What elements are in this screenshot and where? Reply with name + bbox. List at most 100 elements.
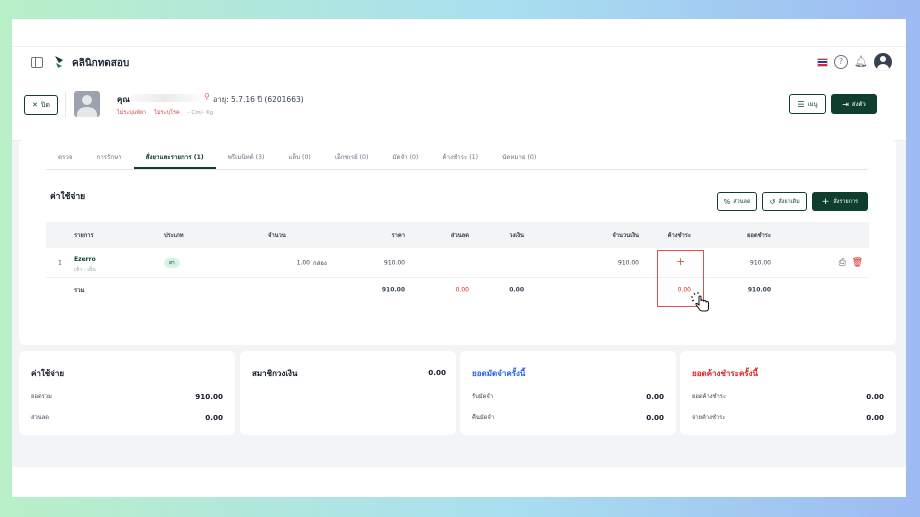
deposit-card: ยอดมัดจำครั้งนี้ รับมัดจำ 0.00 คืนมัดจำ … xyxy=(460,351,676,435)
tab-treatment[interactable]: การรักษา xyxy=(84,147,133,169)
thai-flag-icon[interactable] xyxy=(817,57,828,67)
tab-bar: ตรวจ การรักษา สั่งยาและรายการ (1) พรีเมน… xyxy=(46,147,548,169)
tab-outstanding[interactable]: ค้างชำระ (1) xyxy=(430,147,490,169)
tab-deposit[interactable]: มัดจำ (0) xyxy=(380,147,430,169)
discount-button[interactable]: % ส่วนลด xyxy=(716,192,758,211)
outstanding-pay-row: จ่ายค้างชำระ 0.00 xyxy=(692,412,884,422)
col-paid: ยอดชำระ xyxy=(746,233,771,239)
type-badge: ยา xyxy=(164,257,180,268)
tab-appointment[interactable]: นัดหมาย (0) xyxy=(490,147,548,169)
summary-discount-row: ส่วนลด 0.00 xyxy=(31,412,223,422)
col-limit: วงเงิน xyxy=(509,233,524,239)
outstanding-pay-label: จ่ายค้างชำระ xyxy=(692,415,726,421)
tab-exam[interactable]: ตรวจ xyxy=(46,147,84,169)
tab-premedication[interactable]: พรีเมนิทต์ (3) xyxy=(216,147,277,169)
table-total-row: รวม 910.00 0.00 0.00 0.00 910.00 xyxy=(46,278,869,302)
item-price: 910.00 xyxy=(384,259,405,266)
total-label: รวม xyxy=(74,287,85,294)
send-button[interactable]: ⇥ ส่งตัว xyxy=(831,94,877,114)
hamburger-icon: ☰ xyxy=(797,99,805,109)
outstanding-pay-value: 0.00 xyxy=(866,412,884,422)
app-window: คลินิกทดสอบ ? 🔔︎ ✕ ปิด คุณ ⚲ อายุ: 5.7.1… xyxy=(12,19,906,497)
location-pin-icon: ⚲ xyxy=(204,92,210,101)
table-header: รายการ ประเภท จำนวน ราคา ส่วนลด วงเงิน จ… xyxy=(46,222,869,248)
patient-tags: ไม่ระบุแพ้ยา ไม่ระบุโรค - Cm/- Kg xyxy=(117,109,213,117)
patient-name-redacted xyxy=(130,94,200,102)
menu-button-label: เมนู xyxy=(807,101,818,108)
item-paid: 910.00 xyxy=(750,259,771,266)
menu-button[interactable]: ☰ เมนู xyxy=(789,94,826,114)
patient-header: ✕ ปิด คุณ ⚲ อายุ: 5.7.16 ปี (6201663) ไม… xyxy=(12,79,906,141)
close-icon: ✕ xyxy=(32,101,38,109)
reorder-button[interactable]: ↺ สั่งยาเดิม xyxy=(762,192,807,211)
expenses-table: รายการ ประเภท จำนวน ราคา ส่วนลด วงเงิน จ… xyxy=(46,222,869,302)
add-item-button[interactable]: + สั่งรายการ xyxy=(811,192,868,211)
close-button[interactable]: ✕ ปิด xyxy=(24,95,58,115)
send-button-label: ส่งตัว xyxy=(851,101,866,108)
hand-cursor-icon xyxy=(691,292,709,312)
tab-xray[interactable]: เอ็กซเรย์ (0) xyxy=(323,147,381,169)
discount-button-label: ส่วนลด xyxy=(733,198,751,205)
expense-summary-title: ค่าใช้จ่าย xyxy=(31,369,65,378)
tab-orders[interactable]: สั่งยาและรายการ (1) xyxy=(133,147,216,169)
col-type: ประเภท xyxy=(164,233,184,239)
tab-lab[interactable]: แล็บ (0) xyxy=(276,147,322,169)
help-icon[interactable]: ? xyxy=(834,55,848,69)
col-discount: ส่วนลด xyxy=(450,233,469,239)
deposit-refund-label: คืนมัดจำ xyxy=(472,415,495,421)
patient-name-prefix: คุณ xyxy=(117,95,130,104)
trash-icon[interactable]: 🗑︎ xyxy=(852,258,863,268)
summary-total-row: ยอดรวม 910.00 xyxy=(31,391,223,401)
deposit-title: ยอดมัดจำครั้งนี้ xyxy=(472,369,526,378)
outstanding-card: ยอดค้างชำระครั้งนี้ ยอดค้างชำระ 0.00 จ่า… xyxy=(680,351,896,435)
col-price: ราคา xyxy=(391,233,405,239)
table-row[interactable]: 1 Ezerro เช้า - เย็น ยา 1.00 กล่อง 910.0… xyxy=(46,248,869,278)
outstanding-pending-row: ยอดค้างชำระ 0.00 xyxy=(692,391,884,401)
deposit-refund-value: 0.00 xyxy=(646,412,664,422)
history-icon: ↺ xyxy=(769,197,776,206)
divider xyxy=(65,92,66,118)
item-name[interactable]: Ezerro xyxy=(74,256,96,263)
header-icons: ? 🔔︎ xyxy=(817,53,892,71)
row-number: 1 xyxy=(58,259,62,266)
sidebar-toggle-icon[interactable] xyxy=(31,57,43,68)
item-instruction: เช้า - เย็น xyxy=(74,267,96,273)
measurement-tag: - Cm/- Kg xyxy=(187,110,214,116)
clinic-logo-icon xyxy=(55,56,63,68)
col-amount: จำนวนเงิน xyxy=(612,233,639,239)
clinic-name: คลินิกทดสอบ xyxy=(72,58,130,69)
patient-avatar xyxy=(74,91,100,117)
top-bar: คลินิกทดสอบ ? 🔔︎ xyxy=(12,19,906,79)
outstanding-title: ยอดค้างชำระครั้งนี้ xyxy=(692,369,758,378)
action-buttons: % ส่วนลด ↺ สั่งยาเดิม + สั่งรายการ xyxy=(716,192,868,211)
bell-icon[interactable]: 🔔︎ xyxy=(854,55,868,69)
tabs-divider xyxy=(46,169,868,170)
summary-total-label: ยอดรวม xyxy=(31,394,52,400)
patient-hn: (6201663) xyxy=(264,95,304,104)
item-qty: 1.00 xyxy=(296,259,310,266)
deposit-refund-row: คืนมัดจำ 0.00 xyxy=(472,412,664,422)
summary-discount-value: 0.00 xyxy=(205,412,223,422)
deposit-receive-label: รับมัดจำ xyxy=(472,394,494,400)
deposit-receive-value: 0.00 xyxy=(646,391,664,401)
add-item-button-label: สั่งรายการ xyxy=(833,198,858,205)
exit-arrow-icon: ⇥ xyxy=(842,99,849,109)
section-title: ค่าใช้จ่าย xyxy=(50,192,86,202)
print-icon[interactable]: ⎙ xyxy=(839,258,846,268)
wallet-value: 0.00 xyxy=(428,368,446,377)
col-outstanding: ค้างชำระ xyxy=(667,233,691,239)
patient-age: อายุ: 5.7.16 ปี (6201663) xyxy=(213,94,304,106)
total-price: 910.00 xyxy=(381,286,405,294)
wallet-title: สมาชิกวงเงิน xyxy=(252,369,298,378)
total-discount: 0.00 xyxy=(455,286,469,294)
total-limit: 0.00 xyxy=(509,286,524,294)
outstanding-pending-label: ยอดค้างชำระ xyxy=(692,394,727,400)
add-outstanding-icon[interactable]: + xyxy=(676,255,685,268)
disease-tag: ไม่ระบุโรค xyxy=(154,110,180,116)
summary-discount-label: ส่วนลด xyxy=(31,415,50,421)
user-avatar-icon[interactable] xyxy=(874,53,892,71)
item-unit: กล่อง xyxy=(313,259,327,267)
outstanding-pending-value: 0.00 xyxy=(866,391,884,401)
col-item: รายการ xyxy=(74,233,94,239)
patient-age-text: อายุ: 5.7.16 ปี xyxy=(213,95,263,104)
